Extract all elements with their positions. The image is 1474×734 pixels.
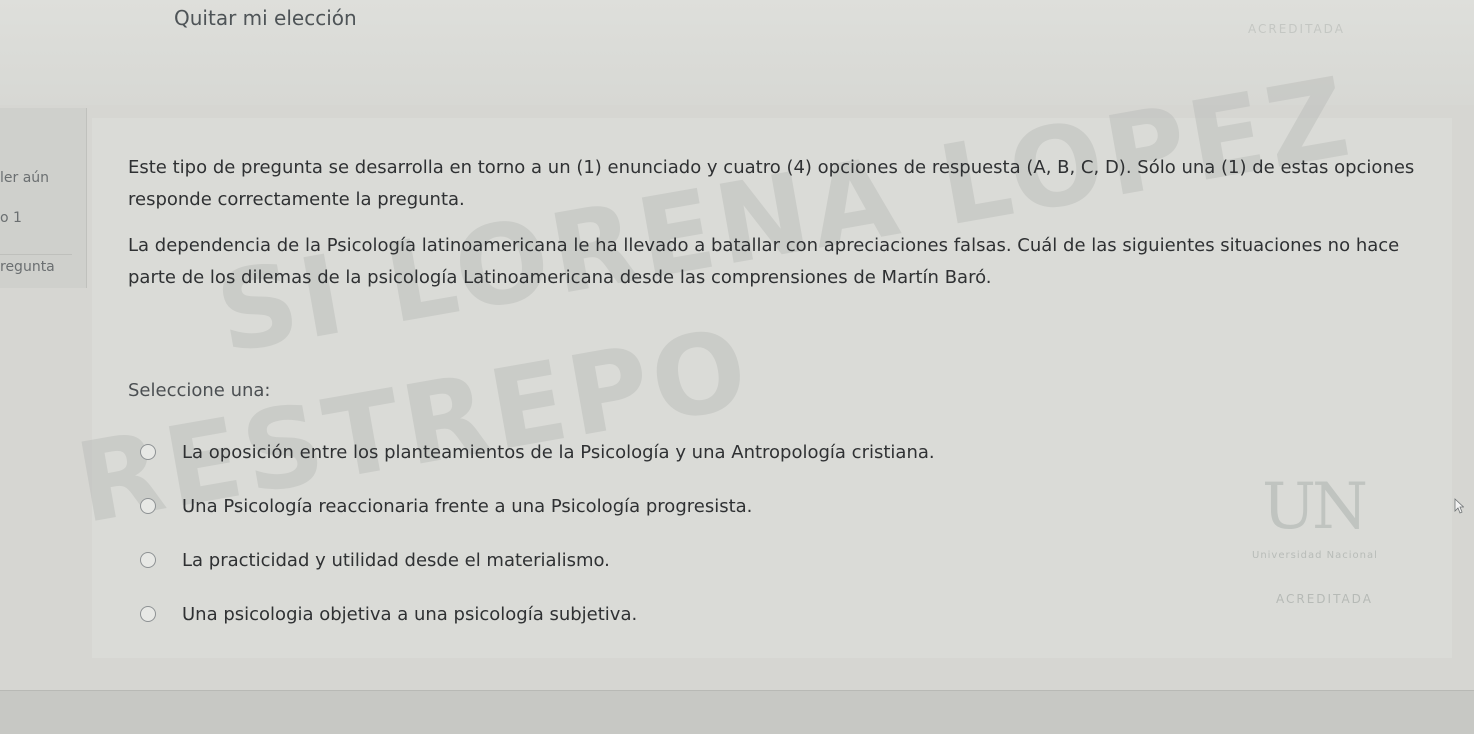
- answer-option-c[interactable]: La practicidad y utilidad desde el mater…: [140, 533, 1140, 587]
- question-state: ler aún: [0, 170, 50, 186]
- university-logo-accreditation: ACREDITADA: [1276, 592, 1373, 606]
- accreditation-logo-text: ACREDITADA: [1248, 22, 1345, 36]
- question-score: o 1: [0, 210, 22, 226]
- radio-button-b[interactable]: [140, 498, 156, 514]
- radio-button-c[interactable]: [140, 552, 156, 568]
- bottom-bar: [0, 690, 1474, 734]
- answer-option-b[interactable]: Una Psicología reaccionaria frente a una…: [140, 479, 1140, 533]
- select-one-label: Seleccione una:: [128, 380, 271, 401]
- flag-question-link[interactable]: regunta: [0, 254, 72, 275]
- question-text: La dependencia de la Psicología latinoam…: [128, 235, 1400, 288]
- answer-option-label: La practicidad y utilidad desde el mater…: [182, 549, 610, 571]
- question-info-panel: ler aún o 1 regunta: [0, 108, 87, 288]
- answer-options: La oposición entre los planteamientos de…: [140, 425, 1140, 641]
- remove-choice-link[interactable]: Quitar mi elección: [174, 6, 357, 30]
- question-instructions: Este tipo de pregunta se desarrolla en t…: [128, 157, 1415, 210]
- radio-button-d[interactable]: [140, 606, 156, 622]
- answer-option-label: Una psicologia objetiva a una psicología…: [182, 603, 638, 625]
- answer-option-d[interactable]: Una psicologia objetiva a una psicología…: [140, 587, 1140, 641]
- answer-option-label: La oposición entre los planteamientos de…: [182, 441, 935, 463]
- university-logo-mark: UN: [1262, 470, 1368, 544]
- university-logo: UN Universidad Nacional ACREDITADA: [1252, 470, 1442, 650]
- answer-option-a[interactable]: La oposición entre los planteamientos de…: [140, 425, 1140, 479]
- mouse-cursor-icon: [1454, 498, 1464, 514]
- answer-option-label: Una Psicología reaccionaria frente a una…: [182, 495, 753, 517]
- university-logo-subtitle: Universidad Nacional: [1252, 550, 1378, 561]
- radio-button-a[interactable]: [140, 444, 156, 460]
